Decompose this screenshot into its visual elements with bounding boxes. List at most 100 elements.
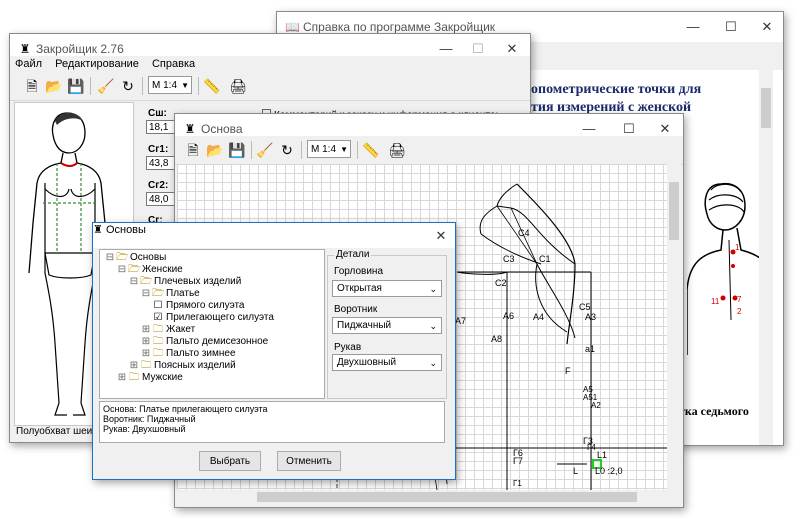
expand-icon[interactable]: ⊞ (140, 348, 152, 360)
toolbar-separator (251, 141, 252, 159)
close-button[interactable]: ✕ (749, 12, 783, 42)
collapse-icon[interactable]: ⊟ (140, 288, 152, 300)
refresh-icon[interactable]: ↻ (118, 76, 138, 96)
expand-icon[interactable]: ⊞ (140, 336, 152, 348)
tree-item[interactable]: ⊞ 🗀 Пальто демисезонное (140, 336, 268, 348)
new-file-icon[interactable]: 🗎 (22, 76, 42, 96)
point-label-l0: L0 :2,0 (595, 466, 623, 476)
tree-item[interactable]: ⊞ 🗀 Мужские (116, 372, 183, 384)
marker-1: 1 (735, 243, 740, 252)
marker-2: 2 (737, 307, 742, 316)
point-label: C4 (518, 228, 530, 238)
folder-icon: 🗀 (153, 336, 163, 347)
scale-select[interactable]: М 1:4 ▼ (307, 140, 351, 158)
tree-item[interactable]: ⊞ 🗀 Пальто зимнее (140, 348, 236, 360)
tree-item[interactable]: ⊟ 🗁 Плечевых изделий (128, 276, 242, 288)
menu-edit[interactable]: Редактирование (50, 56, 144, 72)
help-caption: тка седьмого (679, 404, 749, 418)
chevron-down-icon: ⌄ (429, 321, 437, 331)
tree-view[interactable]: ⊟ 🗁 Основы ⊟ 🗁 Женские ⊟ 🗁 Плечевых изделий ⊟ 🗁 Пла… (99, 249, 325, 399)
tree-item-label: Жакет (166, 324, 196, 335)
checkbox-icon[interactable]: ☐ (152, 300, 164, 312)
refresh-icon[interactable]: ↻ (277, 140, 297, 160)
status-bar-text: Полуобхват шеи (16, 426, 93, 437)
open-folder-icon[interactable]: 📂 (205, 140, 225, 160)
select-button[interactable]: Выбрать (199, 451, 261, 471)
osnovy-dialog: ♜ Основы ✕ ⊟ 🗁 Основы ⊟ 🗁 Женские ⊟ 🗁 Плечевых и… (92, 222, 456, 480)
neckline-select[interactable]: Открытая ⌄ (332, 280, 442, 297)
print-icon[interactable]: 🖨 (228, 76, 248, 96)
minimize-button[interactable]: — (675, 12, 711, 42)
measurement-label: Сш: (148, 108, 167, 119)
point-label: A2 (591, 401, 601, 410)
scale-select[interactable]: М 1:4 ▼ (148, 76, 192, 94)
tree-item-label: Женские (142, 264, 183, 275)
menu-help[interactable]: Справка (147, 56, 200, 72)
expand-icon[interactable]: ⊞ (128, 360, 140, 372)
collapse-icon[interactable]: ⊟ (104, 252, 116, 264)
open-folder-icon[interactable]: 📂 (44, 76, 64, 96)
expand-icon[interactable]: ⊞ (116, 372, 128, 384)
brush-icon[interactable]: 🧹 (255, 140, 275, 160)
collapse-icon[interactable]: ⊟ (128, 276, 140, 288)
tree-item[interactable]: ⊟ 🗁 Основы (104, 252, 167, 264)
sleeve-select[interactable]: Двухшовный ⌄ (332, 354, 442, 371)
checkbox-icon[interactable]: ☑ (152, 312, 164, 324)
brush-icon[interactable]: 🧹 (96, 76, 116, 96)
collar-label: Воротник (334, 304, 378, 315)
point-label-g3: Г3 (583, 436, 593, 446)
app-icon: ♜ (19, 42, 31, 56)
tree-item-label: Основы (130, 252, 167, 263)
dialog-title: Основы (105, 224, 146, 236)
horizontal-scrollbar[interactable] (177, 490, 667, 504)
toolbar-separator (90, 77, 91, 95)
point-label: C2 (495, 278, 507, 288)
help-scroll-thumb[interactable] (761, 88, 771, 128)
point-label: A4 (533, 312, 544, 322)
sleeve-value: Двухшовный (337, 357, 397, 368)
point-label-l1: L1 (597, 450, 608, 460)
collar-select[interactable]: Пиджачный ⌄ (332, 317, 442, 334)
save-icon[interactable]: 💾 (66, 76, 86, 96)
collapse-icon[interactable]: ⊟ (116, 264, 128, 276)
tree-item[interactable]: ☑ Прилегающего силуэта (152, 312, 274, 324)
print-icon[interactable]: 🖨 (387, 140, 407, 160)
tree-item[interactable]: ⊟ 🗁 Платье (140, 288, 200, 300)
tree-item[interactable]: ⊟ 🗁 Женские (116, 264, 183, 276)
marker-11: 11 (711, 297, 720, 306)
cancel-button[interactable]: Отменить (277, 451, 341, 471)
ruler-icon[interactable]: 📏 (361, 140, 381, 160)
close-button[interactable]: ✕ (423, 223, 455, 248)
osnova-toolbar: 🗎 📂 💾 🧹 ↻ М 1:4 ▼ 📏 🖨 (175, 136, 683, 165)
maximize-button[interactable]: ☐ (713, 12, 749, 42)
help-title: Справка по программе Закройщик (303, 20, 496, 34)
save-icon[interactable]: 💾 (227, 140, 247, 160)
scale-value: М 1:4 (152, 80, 178, 91)
tree-item-label: Мужские (142, 372, 183, 383)
ruler-icon[interactable]: 📏 (202, 76, 222, 96)
tree-item[interactable]: ⊞ 🗀 Жакет (140, 324, 195, 336)
tree-item-label: Пальто демисезонное (166, 336, 269, 347)
point-label: A8 (491, 334, 502, 344)
help-scrollbar[interactable] (759, 70, 773, 445)
tree-item[interactable]: ⊞ 🗀 Поясных изделий (128, 360, 236, 372)
point-label: a1 (585, 344, 595, 354)
info-box: Основа: Платье прилегающего силуэта Воро… (99, 401, 445, 443)
folder-open-icon: 🗁 (116, 252, 129, 263)
measurement-label: Сг2: (148, 180, 169, 191)
vertical-scrollbar[interactable] (667, 164, 681, 490)
scroll-thumb[interactable] (669, 182, 679, 240)
dialog-titlebar: ♜ Основы ✕ (93, 223, 455, 248)
menu-file[interactable]: Файл (10, 56, 47, 72)
new-file-icon[interactable]: 🗎 (183, 140, 203, 160)
scroll-thumb[interactable] (257, 492, 637, 502)
tree-item[interactable]: ☐ Прямого силуэта (152, 300, 245, 312)
tree-item-label: Плечевых изделий (154, 276, 242, 287)
point-label: F (565, 366, 571, 376)
expand-icon[interactable]: ⊞ (140, 324, 152, 336)
tree-item-label: Поясных изделий (154, 360, 236, 371)
point-label-l: L (573, 466, 579, 476)
folder-icon: 🗀 (153, 324, 163, 335)
marker-7: 7 (737, 295, 742, 304)
tree-item-label: Прямого силуэта (166, 300, 245, 311)
